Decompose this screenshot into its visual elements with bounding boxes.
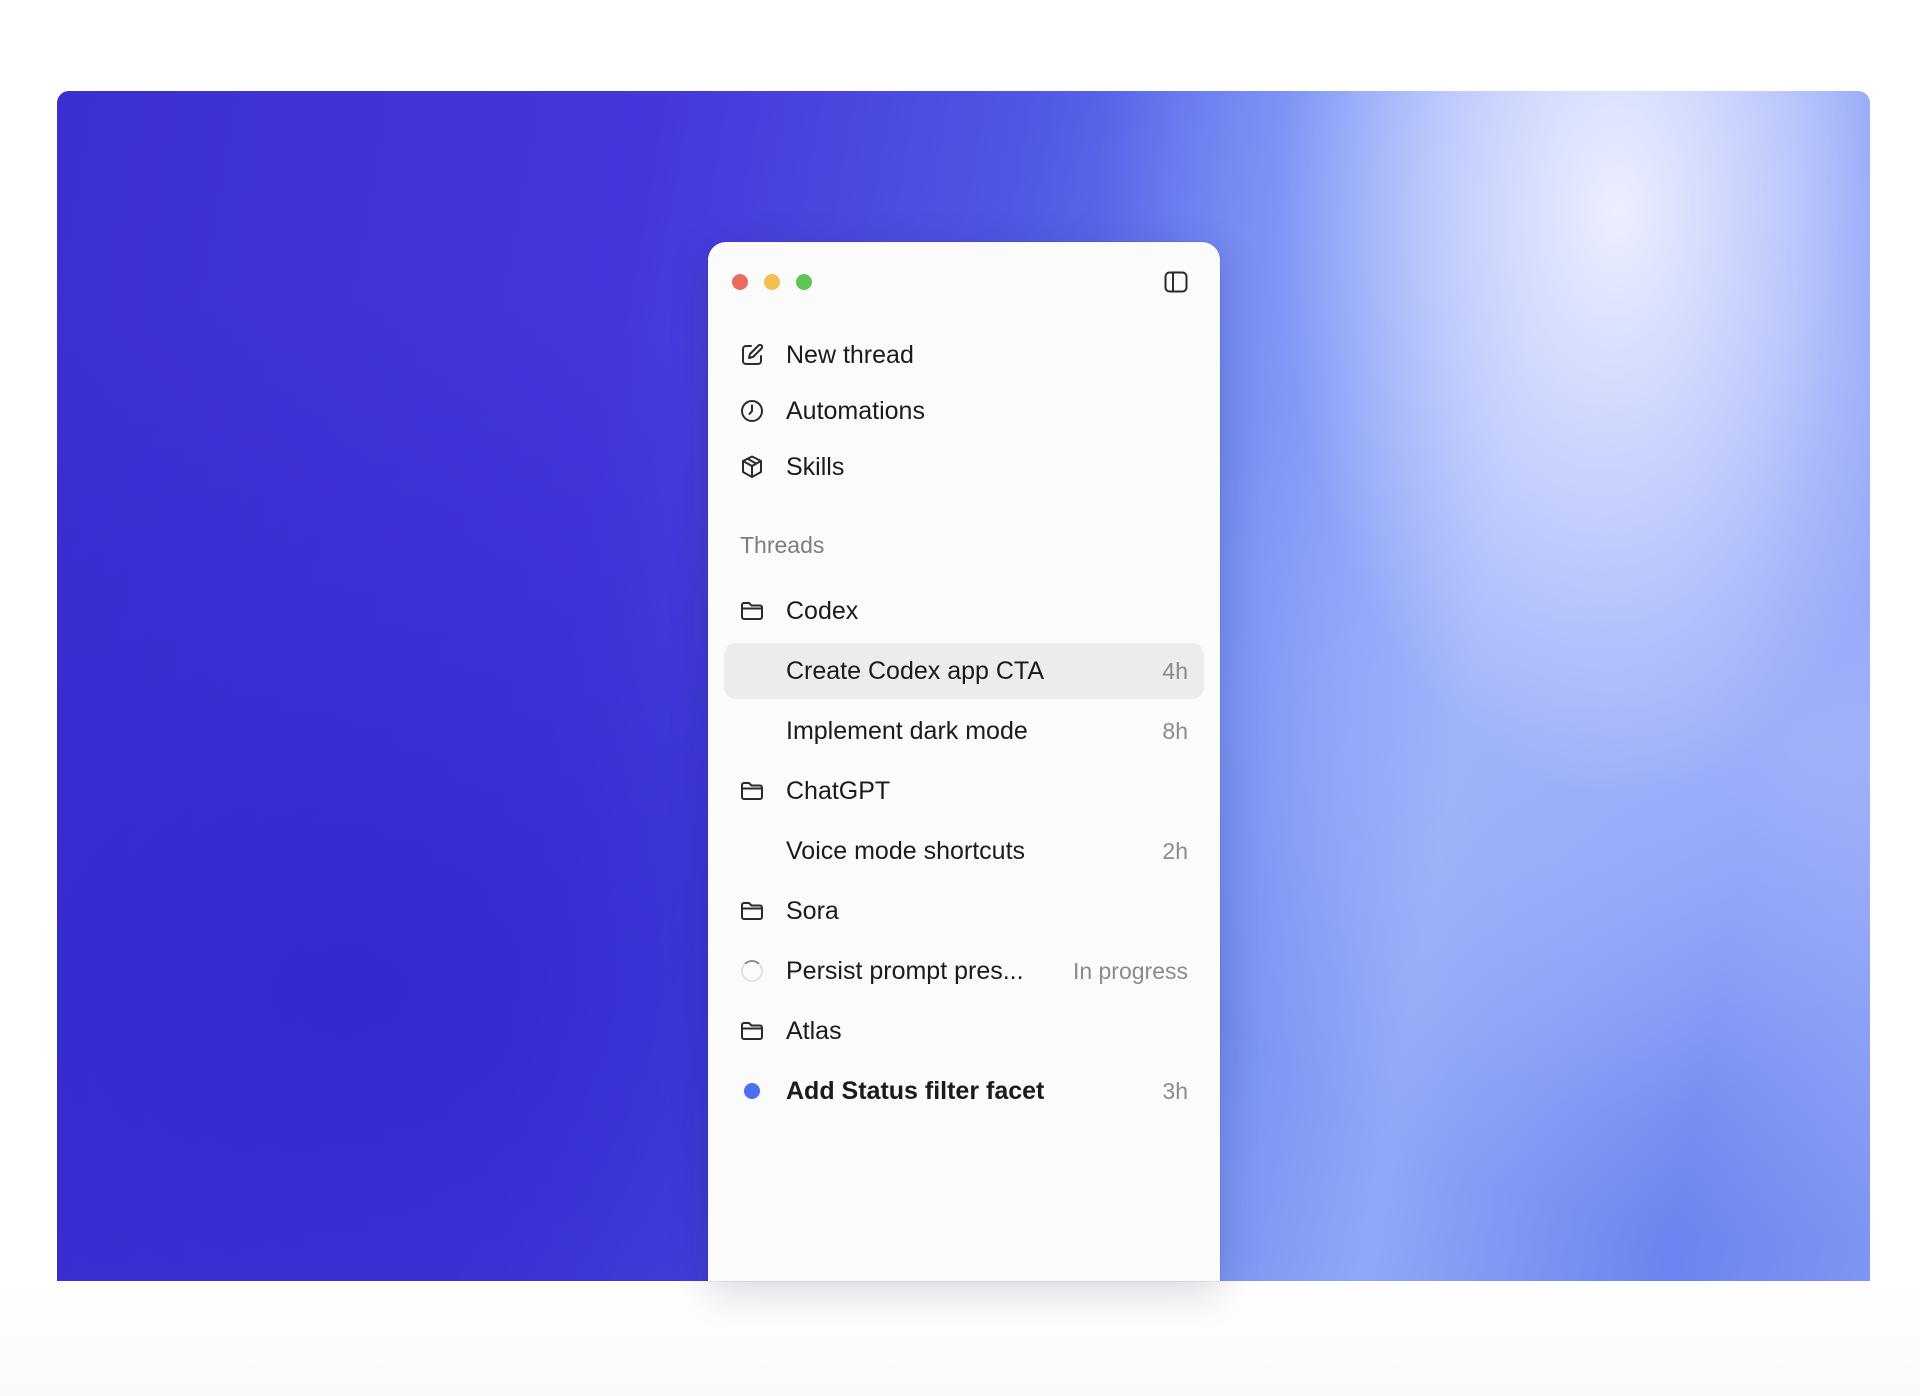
nav-label: Skills <box>786 452 845 481</box>
thread-status: In progress <box>1072 957 1188 984</box>
project-folder-chatgpt[interactable]: ChatGPT <box>724 763 1204 819</box>
thread-title: Create Codex app CTA <box>786 656 1044 685</box>
nav-new-thread[interactable]: New thread <box>724 327 1204 383</box>
thread-title: Voice mode shortcuts <box>786 836 1026 865</box>
zoom-window-button[interactable] <box>796 274 812 290</box>
thread-item[interactable]: Add Status filter facet 3h <box>724 1063 1204 1119</box>
thread-time: 3h <box>1162 1077 1188 1104</box>
thread-item[interactable]: Implement dark mode 8h <box>724 703 1204 759</box>
clock-icon <box>738 397 766 425</box>
project-name: Sora <box>786 896 839 925</box>
nav-skills[interactable]: Skills <box>724 439 1204 495</box>
folder-icon <box>738 597 766 625</box>
folder-icon <box>738 897 766 925</box>
app-window: New thread Automations Skills Threads Co… <box>708 242 1220 1281</box>
minimize-window-button[interactable] <box>764 274 780 290</box>
spinner-icon <box>738 957 766 985</box>
project-name: ChatGPT <box>786 776 891 805</box>
thread-item[interactable]: Voice mode shortcuts 2h <box>724 823 1204 879</box>
thread-item[interactable]: Create Codex app CTA 4h <box>724 643 1204 699</box>
thread-item[interactable]: Persist prompt pres... In progress <box>724 943 1204 999</box>
thread-time: 8h <box>1162 717 1188 744</box>
thread-title: Persist prompt pres... <box>786 956 1024 985</box>
page-bottom <box>0 1281 1920 1396</box>
project-name: Codex <box>786 596 859 625</box>
nav-label: Automations <box>786 396 925 425</box>
nav-automations[interactable]: Automations <box>724 383 1204 439</box>
cube-icon <box>738 453 766 481</box>
thread-time: 4h <box>1162 657 1188 684</box>
window-controls <box>732 274 812 290</box>
thread-title: Implement dark mode <box>786 716 1028 745</box>
nav-label: New thread <box>786 340 914 369</box>
threads-section-title: Threads <box>740 532 825 558</box>
thread-time: 2h <box>1162 837 1188 864</box>
project-folder-codex[interactable]: Codex <box>724 583 1204 639</box>
sidebar-toggle-icon[interactable] <box>1164 271 1188 293</box>
project-folder-sora[interactable]: Sora <box>724 883 1204 939</box>
folder-icon <box>738 777 766 805</box>
project-name: Atlas <box>786 1016 842 1045</box>
thread-title: Add Status filter facet <box>786 1076 1045 1105</box>
close-window-button[interactable] <box>732 274 748 290</box>
project-folder-atlas[interactable]: Atlas <box>724 1003 1204 1059</box>
folder-icon <box>738 1017 766 1045</box>
compose-icon <box>738 341 766 369</box>
unread-dot-icon <box>738 1077 766 1105</box>
